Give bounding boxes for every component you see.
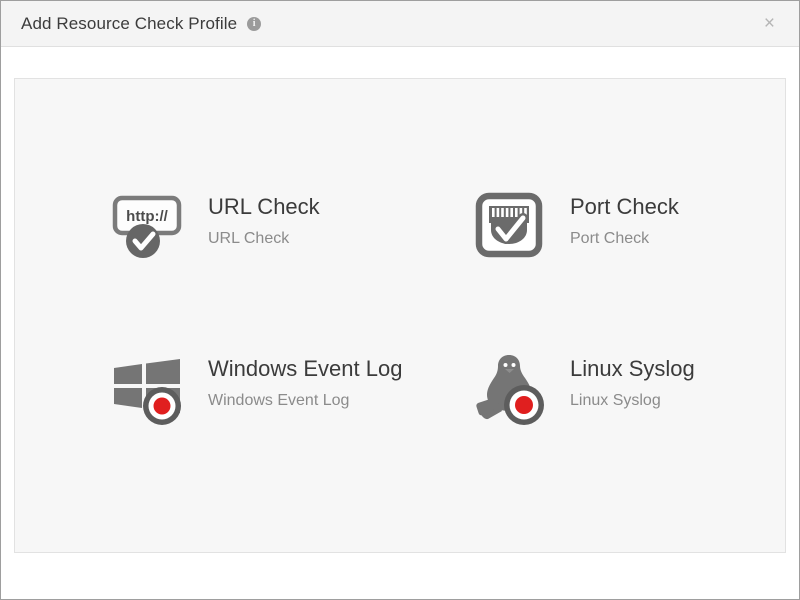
add-resource-check-profile-dialog: Add Resource Check Profile i × http:// U… <box>0 0 800 600</box>
profile-title: Port Check <box>570 193 679 221</box>
profile-option-url-check[interactable]: http:// URL Check URL Check <box>110 191 472 281</box>
profile-subtitle: Windows Event Log <box>208 392 402 410</box>
profile-options-panel: http:// URL Check URL Check <box>14 78 786 553</box>
profile-subtitle: Linux Syslog <box>570 392 695 410</box>
url-check-icon: http:// <box>110 191 186 265</box>
profile-text: Linux Syslog Linux Syslog <box>570 353 695 410</box>
dialog-header: Add Resource Check Profile i × <box>1 1 799 47</box>
profile-title: Linux Syslog <box>570 355 695 383</box>
profile-title: Windows Event Log <box>208 355 402 383</box>
port-check-icon <box>472 191 548 265</box>
dialog-title: Add Resource Check Profile <box>21 14 237 34</box>
close-icon[interactable]: × <box>758 10 781 37</box>
profile-subtitle: Port Check <box>570 230 679 248</box>
profile-text: Port Check Port Check <box>570 191 679 248</box>
profile-option-port-check[interactable]: Port Check Port Check <box>472 191 745 281</box>
profile-text: Windows Event Log Windows Event Log <box>208 353 402 410</box>
profile-option-windows-event-log[interactable]: Windows Event Log Windows Event Log <box>110 353 472 443</box>
windows-event-log-icon <box>110 353 186 427</box>
profile-text: URL Check URL Check <box>208 191 320 248</box>
svg-text:http://: http:// <box>126 208 168 225</box>
profile-title: URL Check <box>208 193 320 221</box>
linux-syslog-icon <box>472 353 548 427</box>
info-icon[interactable]: i <box>247 17 261 31</box>
profile-option-linux-syslog[interactable]: Linux Syslog Linux Syslog <box>472 353 745 443</box>
profile-subtitle: URL Check <box>208 230 320 248</box>
dialog-body: http:// URL Check URL Check <box>1 47 799 553</box>
